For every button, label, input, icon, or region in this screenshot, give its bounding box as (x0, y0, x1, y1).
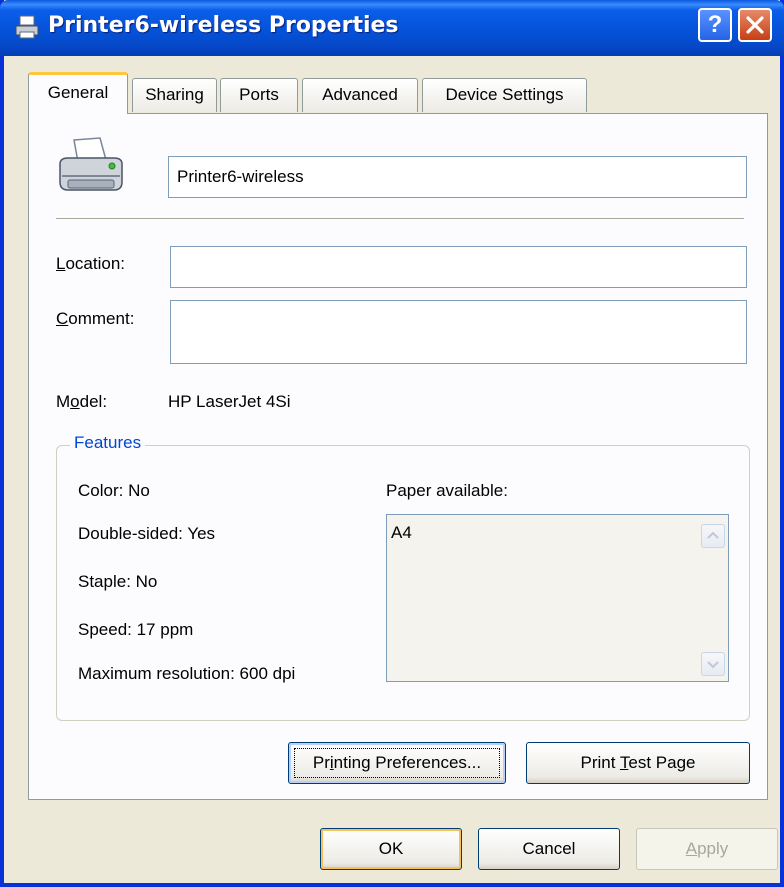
feature-double-sided: Double-sided: Yes (78, 524, 216, 543)
tab-advanced[interactable]: Advanced (302, 78, 418, 112)
tab-general[interactable]: General (28, 72, 128, 114)
feature-speed: Speed: 17 ppm (78, 620, 194, 639)
list-item[interactable]: A4 (391, 523, 412, 543)
chevron-down-icon (707, 661, 719, 669)
vertical-scrollbar[interactable] (697, 516, 727, 680)
printer-name-field[interactable]: Printer6-wireless (168, 156, 747, 198)
title-bar[interactable]: Printer6-wireless Properties ? (0, 0, 784, 56)
paper-available-label: Paper available: (386, 481, 508, 500)
printer-properties-dialog: Printer6-wireless Properties ? General S… (0, 0, 784, 887)
ok-button[interactable]: OK (320, 828, 462, 870)
printer-icon (15, 15, 39, 39)
print-test-page-button[interactable]: Print Test Page (526, 742, 750, 784)
cancel-button[interactable]: Cancel (478, 828, 620, 870)
location-label: Location: (56, 254, 126, 273)
printing-preferences-button[interactable]: Printing Preferences... (288, 742, 506, 784)
chevron-up-icon (707, 531, 719, 539)
paper-available-list[interactable]: A4 (386, 514, 729, 682)
tab-device-settings[interactable]: Device Settings (422, 78, 587, 112)
printer-large-icon (59, 137, 123, 191)
features-title: Features (70, 433, 146, 453)
comment-field[interactable] (170, 300, 747, 364)
model-label: Model: (56, 392, 108, 411)
separator (56, 218, 744, 219)
feature-color: Color: No (78, 481, 150, 500)
scroll-down-button[interactable] (701, 652, 725, 676)
feature-staple: Staple: No (78, 572, 158, 591)
close-button[interactable] (738, 8, 772, 42)
help-button[interactable]: ? (698, 8, 732, 42)
window-title: Printer6-wireless Properties (48, 13, 399, 38)
tab-ports[interactable]: Ports (220, 78, 298, 112)
tab-sharing[interactable]: Sharing (132, 78, 217, 112)
location-field[interactable] (170, 246, 747, 288)
apply-button[interactable]: Apply (636, 828, 778, 870)
model-value: HP LaserJet 4Si (168, 392, 291, 411)
close-icon (746, 16, 764, 34)
scroll-up-button[interactable] (701, 524, 725, 548)
comment-label: Comment: (56, 309, 135, 328)
feature-max-resolution: Maximum resolution: 600 dpi (78, 664, 296, 683)
